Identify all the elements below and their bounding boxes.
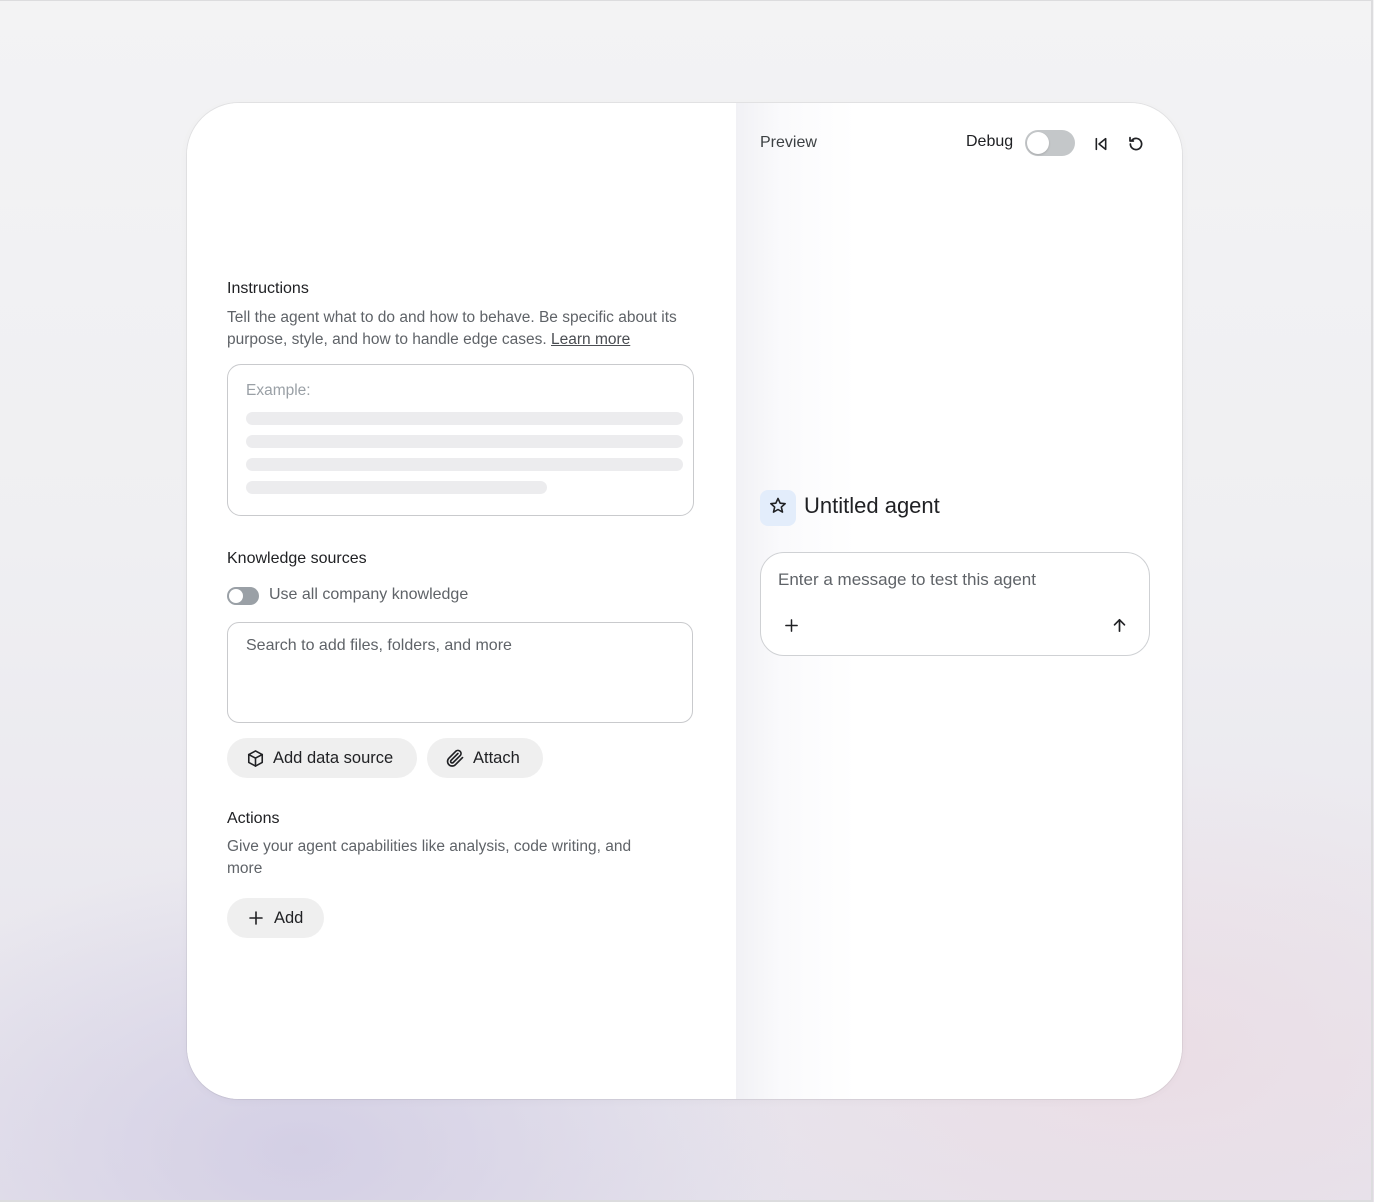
- attach-button[interactable]: Attach: [427, 738, 543, 778]
- instructions-editor[interactable]: Example:: [227, 364, 694, 516]
- agent-name: Untitled agent: [804, 493, 940, 518]
- add-action-button[interactable]: Add: [227, 898, 324, 938]
- cube-icon: [245, 748, 265, 768]
- actions-title: Actions: [227, 810, 280, 827]
- plus-icon: [246, 908, 266, 928]
- knowledge-search-input[interactable]: [246, 637, 666, 655]
- plus-icon[interactable]: [779, 613, 803, 637]
- company-knowledge-label: Use all company knowledge: [269, 586, 469, 603]
- preview-title: Preview: [760, 134, 817, 151]
- skip-back-icon[interactable]: [1089, 132, 1113, 156]
- config-panel: Instructions Tell the agent what to do a…: [187, 103, 736, 1099]
- paperclip-icon: [445, 748, 465, 768]
- instructions-example-label: Example:: [246, 382, 311, 399]
- agent-avatar: [760, 490, 796, 526]
- add-action-label: Add: [274, 908, 304, 927]
- instructions-description: Tell the agent what to do and how to beh…: [227, 307, 697, 351]
- example-placeholder-line: [246, 435, 683, 448]
- actions-description: Give your agent capabilities like analys…: [227, 838, 632, 877]
- attach-label: Attach: [473, 748, 520, 767]
- add-data-source-button[interactable]: Add data source: [227, 738, 417, 778]
- example-placeholder-line: [246, 412, 683, 425]
- debug-label: Debug: [966, 133, 1014, 150]
- example-placeholder-line: [246, 458, 683, 471]
- company-knowledge-toggle[interactable]: [227, 587, 259, 605]
- knowledge-sources-title: Knowledge sources: [227, 550, 367, 567]
- agent-builder-card: Instructions Tell the agent what to do a…: [187, 103, 1182, 1099]
- reset-icon[interactable]: [1124, 132, 1148, 156]
- preview-panel: Preview Debug Untitled agent: [736, 103, 1182, 1099]
- instructions-title: Instructions: [227, 280, 309, 297]
- message-input[interactable]: [778, 570, 1118, 590]
- add-data-source-label: Add data source: [273, 748, 394, 767]
- learn-more-link[interactable]: Learn more: [551, 331, 630, 348]
- message-composer: [760, 552, 1150, 656]
- example-placeholder-line: [246, 481, 547, 494]
- knowledge-search-box[interactable]: [227, 622, 693, 723]
- send-arrow-up-icon[interactable]: [1107, 613, 1131, 637]
- debug-toggle[interactable]: [1025, 130, 1075, 156]
- debug-toggle-knob: [1027, 132, 1049, 154]
- star-icon: [768, 496, 788, 521]
